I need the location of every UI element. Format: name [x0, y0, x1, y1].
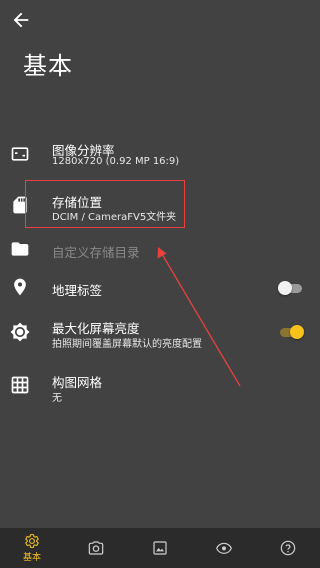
nav-tab-camera[interactable]: [76, 528, 116, 568]
setting-max-brightness[interactable]: 最大化屏幕亮度 拍照期间覆盖屏幕默认的亮度配置: [0, 316, 320, 352]
brightness-icon: [10, 322, 30, 342]
setting-title: 自定义存储目录: [52, 245, 140, 260]
help-icon: [280, 540, 296, 556]
brightness-toggle[interactable]: [278, 325, 304, 339]
geotag-toggle[interactable]: [278, 281, 304, 295]
resolution-icon: [11, 147, 29, 161]
gear-icon: [25, 534, 39, 548]
folder-icon: [11, 242, 29, 256]
nav-tab-basic[interactable]: 基本: [12, 528, 52, 568]
eye-icon: [216, 542, 232, 554]
nav-tab-label: 基本: [22, 553, 41, 563]
setting-subtitle: 无: [52, 393, 62, 404]
grid-icon: [11, 376, 29, 394]
setting-subtitle: 拍照期间覆盖屏幕默认的亮度配置: [52, 339, 202, 350]
nav-tab-view[interactable]: [204, 528, 244, 568]
setting-image-resolution[interactable]: 图像分辨率 1280x720 (0.92 MP 16:9): [0, 134, 320, 174]
image-icon: [153, 541, 167, 555]
page-title: 基本: [23, 52, 73, 80]
nav-tab-image[interactable]: [140, 528, 180, 568]
nav-tab-help[interactable]: [268, 528, 308, 568]
setting-title: 地理标签: [52, 283, 103, 298]
setting-subtitle: 1280x720 (0.92 MP 16:9): [52, 156, 180, 167]
back-arrow-icon[interactable]: [10, 9, 32, 31]
top-bar: [0, 0, 320, 40]
bottom-nav: 基本: [0, 528, 320, 568]
setting-geotag[interactable]: 地理标签: [0, 276, 320, 300]
location-pin-icon: [14, 278, 26, 296]
camera-icon: [88, 541, 104, 555]
setting-custom-storage-dir[interactable]: 自定义存储目录: [0, 238, 320, 262]
setting-composition-grid[interactable]: 构图网格 无: [0, 370, 320, 404]
annotation-highlight-box: [25, 180, 185, 228]
